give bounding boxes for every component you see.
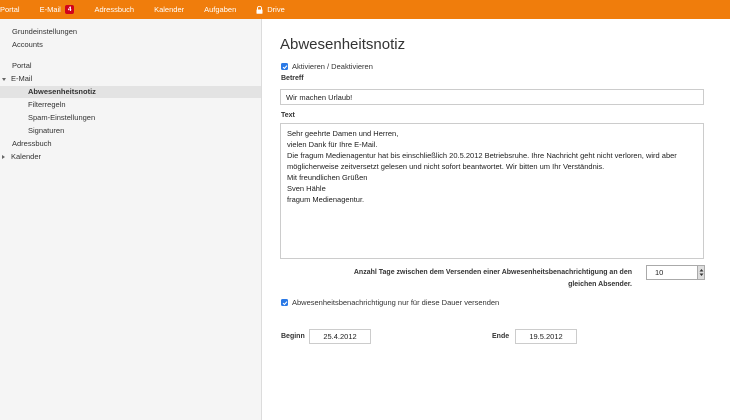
nav-adressbuch[interactable]: Adressbuch [94, 5, 134, 14]
subject-input[interactable] [280, 89, 704, 105]
chevron-down-icon[interactable] [2, 77, 6, 81]
message-textarea[interactable]: Sehr geehrte Damen und Herren, vielen Da… [280, 123, 704, 259]
sidebar-item-grundeinstellungen[interactable]: Grundeinstellungen [12, 26, 77, 38]
end-label: Ende [492, 333, 510, 340]
nav-email-label: E-Mail [39, 5, 61, 14]
page-title: Abwesenheitsnotiz [280, 36, 406, 53]
sidebar-item-spam-einstellungen[interactable]: Spam-Einstellungen [28, 112, 95, 124]
days-select-value: 10 [655, 268, 664, 277]
sidebar-item-label: Grundeinstellungen [12, 27, 78, 36]
nav-portal-label: Portal [0, 5, 20, 14]
sidebar-item-label: Accounts [12, 40, 43, 49]
sidebar-item-label: Adressbuch [12, 139, 52, 148]
sidebar-item-email[interactable]: E-Mail [2, 73, 32, 85]
sidebar-item-signaturen[interactable]: Signaturen [28, 125, 64, 137]
sidebar-item-kalender[interactable]: Kalender [2, 151, 41, 163]
activate-checkbox[interactable] [281, 63, 288, 70]
end-date-input[interactable]: 19.5.2012 [515, 329, 577, 344]
settings-sidebar: Grundeinstellungen Accounts Portal E-Mai… [0, 19, 262, 420]
duration-only-checkbox[interactable] [281, 299, 288, 306]
sidebar-item-adressbuch[interactable]: Adressbuch [12, 138, 52, 150]
begin-label: Beginn [281, 333, 305, 340]
sidebar-item-label: Spam-Einstellungen [28, 113, 96, 122]
nav-portal[interactable]: Portal [0, 5, 20, 14]
days-between-label: Anzahl Tage zwischen dem Versenden einer… [353, 269, 632, 288]
sidebar-item-abwesenheitsnotiz[interactable]: Abwesenheitsnotiz [0, 86, 261, 98]
duration-only-label: Abwesenheitsbenachrichtigung nur für die… [292, 298, 500, 307]
sidebar-item-accounts[interactable]: Accounts [12, 39, 43, 51]
days-select[interactable]: 10 [646, 265, 705, 280]
chevron-right-icon[interactable] [2, 155, 5, 160]
sidebar-item-label: E-Mail [11, 74, 33, 83]
begin-date-input[interactable]: 25.4.2012 [309, 329, 371, 344]
nav-aufgaben[interactable]: Aufgaben [204, 5, 236, 14]
sidebar-item-portal[interactable]: Portal [12, 60, 32, 72]
top-navigation-bar: Portal E-Mail 4 Adressbuch Kalender Aufga… [0, 0, 730, 19]
sidebar-item-label: Portal [12, 61, 32, 70]
nav-kalender-label: Kalender [154, 5, 185, 14]
nav-kalender[interactable]: Kalender [154, 5, 184, 14]
lock-icon [256, 5, 263, 14]
sidebar-item-filterregeln[interactable]: Filterregeln [28, 99, 66, 111]
nav-email[interactable]: E-Mail 4 [40, 5, 75, 14]
main-content: Abwesenheitsnotiz Aktivieren / Deaktivie… [262, 19, 730, 420]
nav-drive-label: Drive [267, 5, 285, 14]
nav-aufgaben-label: Aufgaben [204, 5, 237, 14]
stepper-arrows-icon[interactable] [697, 266, 704, 279]
nav-drive[interactable]: Drive [256, 5, 285, 14]
subject-label: Betreff [281, 75, 304, 82]
sidebar-item-label: Abwesenheitsnotiz [28, 87, 96, 96]
nav-adressbuch-label: Adressbuch [94, 5, 135, 14]
unread-count-badge: 4 [64, 5, 75, 14]
activate-label: Aktivieren / Deaktivieren [292, 62, 373, 71]
checkmark-icon [282, 64, 287, 69]
sidebar-item-label: Filterregeln [28, 100, 66, 109]
text-label: Text [281, 112, 295, 119]
sidebar-item-label: Signaturen [28, 126, 65, 135]
sidebar-item-label: Kalender [11, 152, 42, 161]
checkmark-icon [282, 300, 287, 305]
